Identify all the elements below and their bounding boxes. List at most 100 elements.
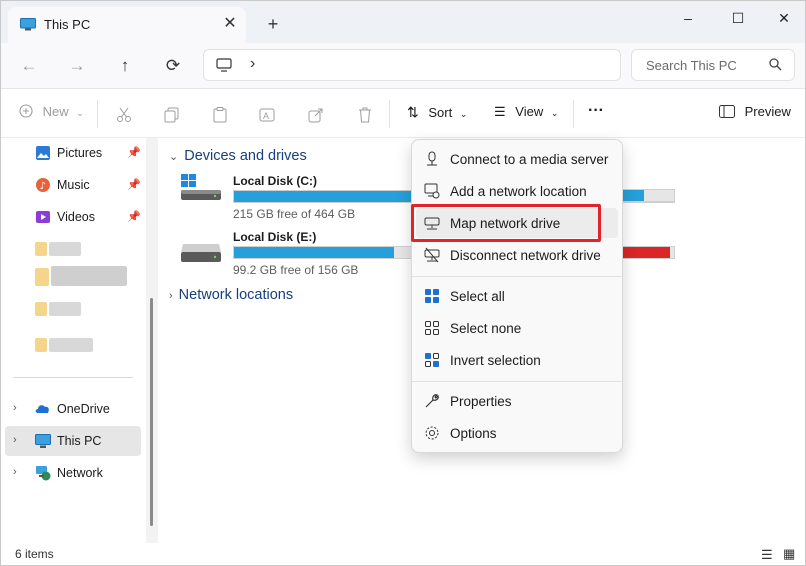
music-icon: ♪ bbox=[36, 178, 50, 192]
this-pc-icon bbox=[20, 18, 36, 31]
search-box[interactable]: Search This PC bbox=[631, 49, 795, 81]
redacted-folder-icon bbox=[35, 302, 47, 316]
chevron-right-icon: › bbox=[169, 290, 173, 302]
address-bar[interactable]: › bbox=[203, 49, 621, 81]
drive-usage-fill bbox=[234, 247, 395, 258]
chevron-right-icon[interactable]: › bbox=[13, 434, 17, 446]
drive-usage-bar bbox=[621, 189, 675, 202]
cut-icon[interactable] bbox=[116, 105, 132, 125]
file-explorer-window: This PC ✕ + – ☐ ✕ ← → ↑ ⟳ › Search This … bbox=[0, 0, 806, 566]
redacted-folder-icon bbox=[35, 242, 47, 256]
item-count: 6 items bbox=[15, 547, 54, 561]
sidebar-scrollbar[interactable] bbox=[146, 138, 158, 543]
delete-icon[interactable] bbox=[357, 105, 373, 125]
minimize-button[interactable]: – bbox=[671, 5, 705, 31]
svg-text:A: A bbox=[263, 111, 269, 121]
drive-usage-fill bbox=[622, 190, 644, 201]
this-pc-icon bbox=[35, 434, 51, 448]
computer-icon bbox=[216, 58, 232, 72]
menu-item-invert-selection[interactable]: Invert selection bbox=[416, 345, 618, 375]
view-label: View bbox=[515, 104, 544, 119]
details-view-icon[interactable]: ☰ bbox=[761, 547, 773, 563]
menu-item-label: Select none bbox=[450, 321, 522, 336]
pin-icon: 📌 bbox=[127, 211, 141, 223]
sort-button[interactable]: ⇅ Sort ⌄ bbox=[407, 104, 467, 124]
menu-item-select-all[interactable]: Select all bbox=[416, 281, 618, 311]
sidebar-item-network[interactable]: › Network bbox=[5, 458, 141, 488]
new-tab-button[interactable]: + bbox=[263, 14, 283, 34]
maximize-button[interactable]: ☐ bbox=[721, 5, 755, 31]
close-window-button[interactable]: ✕ bbox=[767, 5, 801, 31]
breadcrumb-chevron-icon[interactable]: › bbox=[250, 55, 255, 73]
refresh-button[interactable]: ⟳ bbox=[159, 53, 187, 79]
sort-icon: ⇅ bbox=[407, 104, 419, 120]
menu-item-label: Properties bbox=[450, 394, 512, 409]
share-icon[interactable] bbox=[308, 105, 324, 125]
divider bbox=[97, 100, 98, 128]
drive-name: Local Disk (C:) bbox=[233, 174, 318, 188]
back-button[interactable]: ← bbox=[15, 53, 43, 79]
redacted-folder-label bbox=[49, 242, 81, 256]
sidebar-item-this-pc[interactable]: › This PC bbox=[5, 426, 141, 456]
menu-item-disconnect-network-drive[interactable]: Disconnect network drive bbox=[416, 240, 618, 270]
status-bar: 6 items ☰ ▦ bbox=[1, 543, 805, 565]
redacted-folder-label bbox=[49, 338, 93, 352]
select-none-icon bbox=[425, 321, 439, 335]
sidebar-item-music[interactable]: ♪ Music 📌 bbox=[5, 170, 141, 200]
sidebar-item-videos[interactable]: Videos 📌 bbox=[5, 202, 141, 232]
tiles-view-icon[interactable]: ▦ bbox=[783, 546, 795, 562]
menu-item-connect-media-server[interactable]: Connect to a media server bbox=[416, 144, 618, 174]
redacted-folder-icon bbox=[35, 338, 47, 352]
drive-name: Local Disk (E:) bbox=[233, 230, 317, 244]
menu-item-options[interactable]: Options bbox=[416, 418, 618, 448]
menu-item-label: Options bbox=[450, 426, 497, 441]
windows-drive-icon bbox=[181, 174, 221, 200]
search-input[interactable]: Search This PC bbox=[646, 58, 737, 73]
more-options-button[interactable]: ··· bbox=[588, 102, 604, 122]
gear-icon bbox=[425, 426, 439, 440]
rename-icon[interactable]: A bbox=[259, 105, 275, 125]
view-button[interactable]: ☰ View ⌄ bbox=[494, 104, 558, 124]
tab-this-pc[interactable]: This PC ✕ bbox=[8, 7, 246, 43]
menu-item-label: Invert selection bbox=[450, 353, 541, 368]
command-bar: New ⌄ A ⇅ Sort ⌄ ☰ View ⌄ ··· Preview bbox=[1, 90, 805, 138]
scroll-thumb[interactable] bbox=[150, 298, 153, 526]
plus-circle-icon bbox=[19, 104, 33, 118]
forward-button[interactable]: → bbox=[63, 53, 91, 79]
sidebar-item-label: OneDrive bbox=[57, 402, 110, 416]
preview-button[interactable]: Preview bbox=[719, 104, 791, 124]
group-network-locations[interactable]: › Network locations bbox=[169, 287, 293, 303]
tab-title: This PC bbox=[44, 17, 91, 32]
menu-divider bbox=[412, 381, 622, 382]
chevron-right-icon[interactable]: › bbox=[13, 466, 17, 478]
up-button[interactable]: ↑ bbox=[111, 53, 139, 79]
menu-item-select-none[interactable]: Select none bbox=[416, 313, 618, 343]
redacted-folder-icon bbox=[35, 268, 49, 286]
sidebar-item-onedrive[interactable]: › OneDrive bbox=[5, 394, 141, 424]
pin-icon: 📌 bbox=[127, 147, 141, 159]
new-label: New bbox=[42, 104, 69, 119]
media-server-icon bbox=[427, 151, 437, 166]
menu-item-properties[interactable]: Properties bbox=[416, 386, 618, 416]
menu-item-label: Select all bbox=[450, 289, 505, 304]
group-devices-and-drives[interactable]: ⌄ Devices and drives bbox=[169, 148, 307, 164]
copy-icon[interactable] bbox=[164, 105, 180, 125]
new-button[interactable]: New ⌄ bbox=[19, 104, 84, 124]
group-title: Devices and drives bbox=[184, 148, 307, 164]
sidebar-item-label: Pictures bbox=[57, 146, 103, 160]
drive-usage-fill bbox=[622, 247, 670, 258]
paste-icon[interactable] bbox=[212, 105, 228, 125]
divider bbox=[389, 100, 390, 128]
chevron-right-icon[interactable]: › bbox=[13, 402, 17, 414]
tab-close-icon[interactable]: ✕ bbox=[220, 14, 240, 34]
onedrive-icon bbox=[35, 405, 49, 413]
menu-item-add-network-location[interactable]: Add a network location bbox=[416, 176, 618, 206]
menu-divider bbox=[412, 276, 622, 277]
drive-free-space: 99.2 GB free of 156 GB bbox=[233, 263, 359, 277]
redacted-folder-label bbox=[49, 302, 81, 316]
menu-item-label: Connect to a media server bbox=[450, 152, 609, 167]
sidebar-item-pictures[interactable]: Pictures 📌 bbox=[5, 138, 141, 168]
drive-usage-bar bbox=[621, 246, 675, 259]
title-bar: This PC ✕ + – ☐ ✕ bbox=[1, 1, 805, 43]
network-icon bbox=[36, 466, 51, 481]
